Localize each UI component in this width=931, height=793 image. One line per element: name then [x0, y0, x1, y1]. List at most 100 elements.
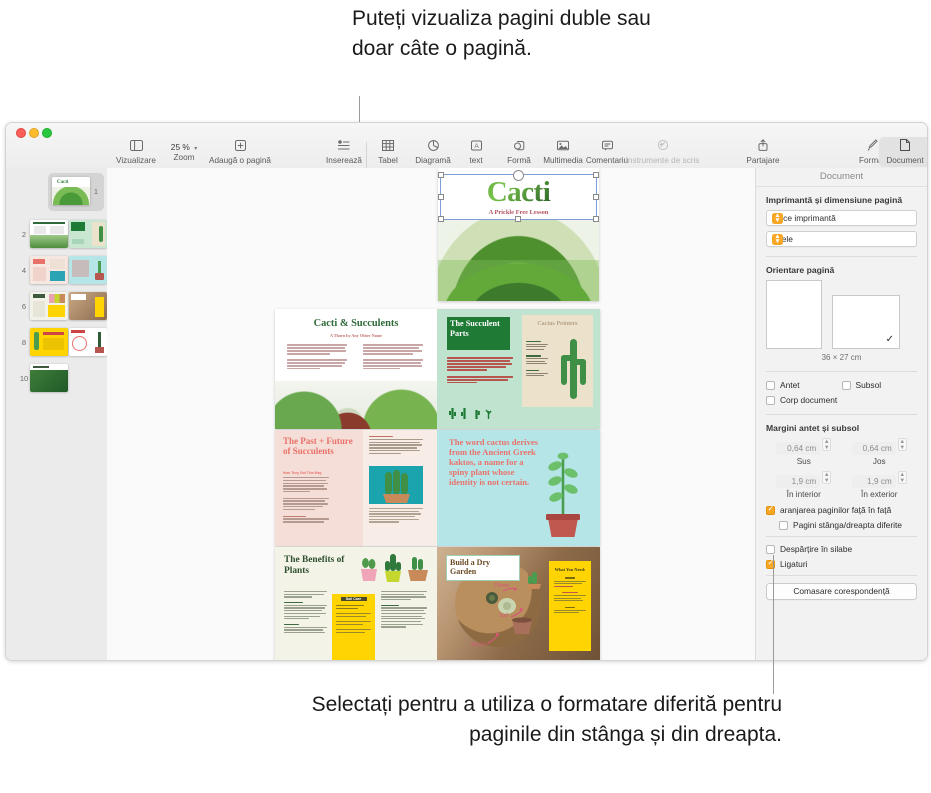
window-zoom-button[interactable] — [42, 128, 52, 138]
checkbox-corp-document-label: Corp document — [780, 395, 838, 405]
toolbar-text-label: text — [469, 156, 483, 165]
page4-subtitle: How They Got This Way — [283, 471, 322, 475]
checkbox-facing-pages[interactable]: aranjarea paginilor față în față — [766, 504, 917, 515]
thumbnail-number-6: 6 — [21, 301, 27, 311]
page6-plant-pots — [359, 552, 429, 582]
thumbnail-row-4[interactable]: 6 7 — [18, 292, 119, 320]
thumbnail-page-2[interactable] — [30, 220, 68, 248]
page3-sidebar: Cactus Pointers — [522, 315, 593, 407]
thumbnail-row-5[interactable]: 8 9 — [18, 328, 119, 356]
margin-top-input[interactable]: 0,64 cm — [776, 442, 821, 455]
resize-handle-tr[interactable] — [593, 172, 599, 178]
canvas-spread-pages-2-3[interactable]: Cacti & Succulents A Thorn by Any Other … — [275, 309, 600, 429]
checkbox-corp-document-box[interactable] — [766, 395, 775, 405]
toolbar-document-button[interactable]: Document — [879, 137, 927, 167]
zoom-dropdown[interactable]: 25 % ▾ — [163, 140, 205, 154]
margins-grid: 0,64 cm▲ ▼ Sus 0,64 cm▲ ▼ Jos 1,9 cm▲ ▼ În … — [766, 438, 917, 504]
margin-top-cell: 0,64 cm▲ ▼ Sus — [766, 438, 842, 466]
toolbar-share-button[interactable]: Partajare — [728, 139, 798, 165]
page6-body-right — [381, 591, 427, 629]
toolbar-writing-tools-button[interactable]: Instrumente de scris — [610, 139, 715, 165]
checkbox-different-pages[interactable]: Pagini stânga/dreapta diferite — [779, 520, 917, 530]
thumbnail-number-1: 1 — [93, 186, 99, 196]
thumbnail-number-8: 8 — [21, 337, 27, 347]
checkbox-corp-document[interactable]: Corp document — [766, 395, 917, 405]
thumbnail-page-1[interactable]: Cacti — [52, 177, 90, 205]
canvas-page-6[interactable]: The Benefits of Plants Soil Care — [275, 547, 437, 660]
resize-handle-tl[interactable] — [438, 172, 444, 178]
document-icon — [879, 139, 927, 154]
checkbox-hyphenation-box[interactable] — [766, 544, 775, 554]
page6-body-left — [284, 591, 327, 635]
paper-size-stepper-icon[interactable]: ▲ ▼ — [772, 233, 783, 245]
orientation-portrait-button[interactable] — [766, 280, 822, 349]
thumbnail-page-3[interactable] — [69, 220, 107, 248]
rotate-handle[interactable] — [513, 170, 524, 181]
thumbnail-page-9[interactable] — [69, 328, 107, 356]
margin-top-stepper[interactable]: ▲ ▼ — [822, 438, 832, 451]
checkbox-hyphenation[interactable]: Despărțire în silabe — [766, 544, 917, 554]
thumbnail-row-3[interactable]: 4 5 — [18, 256, 119, 284]
inspector-divider-2 — [766, 371, 917, 372]
checkbox-antet-box[interactable] — [766, 380, 775, 390]
callout-top-text: Puteți vizualiza pagini duble sau doar c… — [352, 7, 651, 60]
margin-outside-input[interactable]: 1,9 cm — [851, 475, 896, 488]
mail-merge-button[interactable]: Comasare corespondență — [766, 583, 917, 600]
page3-title: The Succulent Parts — [450, 319, 500, 338]
resize-handle-br[interactable] — [593, 216, 599, 222]
thumbnail-row-6[interactable]: 10 — [18, 364, 68, 392]
canvas-spread-pages-4-5[interactable]: The Past + Future of Succulents How They… — [275, 430, 600, 546]
window-minimize-button[interactable] — [29, 128, 39, 138]
thumbnail-page-6[interactable] — [30, 292, 68, 320]
checkbox-subsol[interactable]: Subsol — [841, 380, 918, 390]
canvas-page-5[interactable]: The word cactus derives from the Ancient… — [437, 430, 600, 546]
margin-inside-stepper[interactable]: ▲ ▼ — [822, 471, 832, 484]
page3-cactus-icons — [449, 408, 492, 419]
orientation-options[interactable]: ✓ — [766, 280, 917, 349]
page3-body — [447, 357, 513, 385]
checkbox-ligatures[interactable]: Ligaturi — [766, 558, 917, 569]
margin-outside-stepper[interactable]: ▲ ▼ — [897, 471, 907, 484]
checkbox-subsol-box[interactable] — [841, 380, 851, 390]
thumbnail-page-4[interactable] — [30, 256, 68, 284]
inspector-divider-4 — [766, 536, 917, 537]
page4-photo — [369, 466, 423, 504]
margin-inside-input[interactable]: 1,9 cm — [776, 475, 821, 488]
paper-size-popup[interactable]: Altele ▲▼ — [766, 231, 917, 247]
canvas-spread-pages-6-7[interactable]: The Benefits of Plants Soil Care Build a… — [275, 547, 600, 660]
resize-handle-mr[interactable] — [593, 194, 599, 200]
checkbox-different-pages-box[interactable] — [779, 520, 788, 530]
thumbnail-row-2[interactable]: 2 3 — [18, 220, 119, 248]
orientation-landscape-button[interactable]: ✓ — [832, 295, 900, 349]
thumbnail-row-1[interactable]: Cacti 1 — [52, 177, 102, 205]
thumbnail-page-5[interactable] — [69, 256, 107, 284]
page3-title-block: The Succulent Parts — [447, 317, 510, 350]
canvas-page-3[interactable]: The Succulent Parts Cactus Pointers — [437, 309, 600, 429]
thumbnail-page-10[interactable] — [30, 364, 68, 392]
canvas-page-2[interactable]: Cacti & Succulents A Thorn by Any Other … — [275, 309, 437, 429]
canvas-page-4[interactable]: The Past + Future of Succulents How They… — [275, 430, 437, 546]
canvas-page-7[interactable]: Build a Dry Garden What You Need: Plants… — [437, 547, 600, 660]
window-close-button[interactable] — [16, 128, 26, 138]
svg-text:A: A — [474, 143, 479, 150]
resize-handle-bl[interactable] — [438, 216, 444, 222]
document-inspector-panel[interactable]: Document Imprimantă și dimensiune pagină… — [755, 168, 927, 660]
margin-bottom-stepper[interactable]: ▲ ▼ — [897, 438, 907, 451]
toolbar-add-page-button[interactable]: Adaugă o pagină — [205, 139, 275, 165]
printer-stepper-icon[interactable]: ▲ ▼ — [772, 212, 783, 224]
header-footer-checkbox-row: Antet Subsol — [766, 380, 917, 395]
thumbnail-page-8[interactable] — [30, 328, 68, 356]
page6-title: The Benefits of Plants — [284, 555, 345, 576]
page-thumbnails-pane[interactable]: Cacti 1 2 3 4 — [6, 168, 115, 660]
check-icon: ✓ — [885, 334, 894, 345]
resize-handle-bm[interactable] — [515, 216, 521, 222]
checkbox-antet[interactable]: Antet — [766, 380, 842, 390]
checkbox-facing-pages-box[interactable] — [766, 504, 775, 515]
margin-bottom-input[interactable]: 0,64 cm — [851, 442, 896, 455]
document-canvas[interactable]: Cacti A Prickle Free Lesson Cacti & Succ… — [107, 168, 756, 660]
printer-popup[interactable]: Orice imprimantă ▲ ▼ — [766, 210, 917, 226]
svg-text:Soil: Soil — [499, 613, 509, 619]
thumbnail-page-7[interactable] — [69, 292, 107, 320]
resize-handle-ml[interactable] — [438, 194, 444, 200]
toolbar-zoom-label: Zoom — [173, 153, 195, 162]
